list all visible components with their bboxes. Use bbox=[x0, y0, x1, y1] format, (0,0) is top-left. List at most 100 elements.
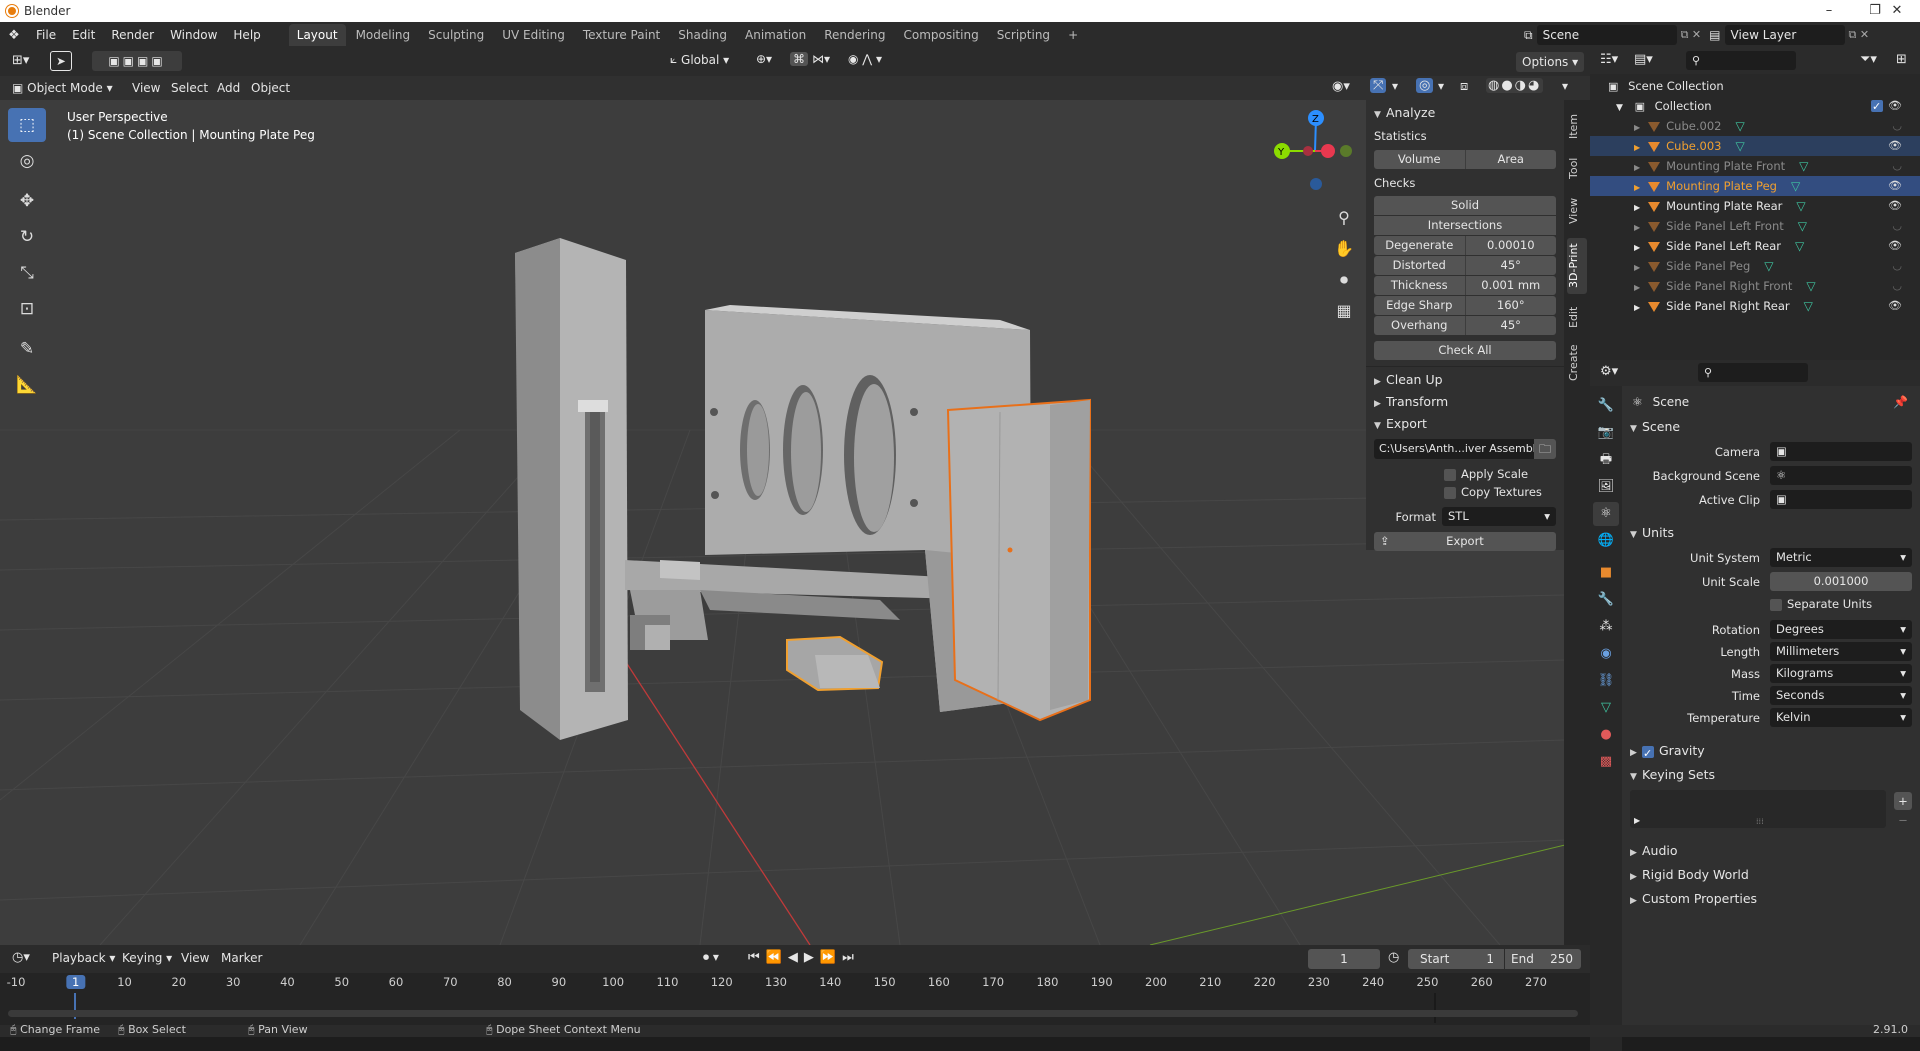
eye-icon[interactable]: ◡ bbox=[1892, 156, 1902, 176]
tab-texture-paint[interactable]: Texture Paint bbox=[575, 24, 668, 46]
pivot-icon[interactable]: ⊕▾ bbox=[756, 52, 772, 66]
rotate-tool-icon[interactable]: ↻ bbox=[8, 220, 46, 254]
tab-modeling[interactable]: Modeling bbox=[348, 24, 419, 46]
timeline-editor-icon[interactable]: ◷▾ bbox=[12, 950, 30, 965]
snap-target-icon[interactable]: ⋈▾ bbox=[812, 52, 830, 66]
expand-icon[interactable]: ▶ bbox=[1634, 223, 1640, 232]
mesh-data-icon[interactable]: ▽ bbox=[1791, 179, 1800, 193]
eye-icon[interactable]: ◡ bbox=[1892, 276, 1902, 296]
navigation-gizmo[interactable]: Z Y bbox=[1270, 106, 1360, 196]
tab-animation[interactable]: Animation bbox=[737, 24, 814, 46]
camera-field[interactable]: ▣ bbox=[1770, 442, 1912, 461]
mesh-data-icon[interactable]: ▽ bbox=[1798, 219, 1807, 233]
scene-copy-icon[interactable]: ⧉ ✕ bbox=[1681, 28, 1702, 42]
transform-panel-header[interactable]: ▶ Transform bbox=[1366, 391, 1564, 413]
tab-shading[interactable]: Shading bbox=[670, 24, 735, 46]
expand-icon[interactable]: ▶ bbox=[1634, 203, 1640, 212]
time-dropdown[interactable]: Seconds ▾ bbox=[1770, 686, 1912, 705]
intersections-check-button[interactable]: Intersections bbox=[1374, 216, 1556, 235]
pin-icon[interactable]: 📌 bbox=[1893, 392, 1908, 412]
audio-panel-header[interactable]: ▶ Audio bbox=[1622, 840, 1920, 862]
viewport-3d[interactable]: User Perspective (1) Scene Collection | … bbox=[0, 100, 1565, 945]
outliner-collection[interactable]: ▼ ▣ Collection 👁 bbox=[1590, 96, 1920, 117]
particles-tab-icon[interactable]: ⁂ bbox=[1593, 615, 1619, 639]
volume-button[interactable]: Volume bbox=[1374, 150, 1465, 169]
filter-icon[interactable]: ⏷▾ bbox=[1860, 52, 1877, 67]
expand-icon[interactable]: ▼ bbox=[1616, 103, 1623, 113]
mesh-data-icon[interactable]: ▽ bbox=[1735, 139, 1744, 153]
mesh-data-icon[interactable]: ▽ bbox=[1735, 119, 1744, 133]
outliner-item[interactable]: ▶ Cube.003 ▽ 👁 bbox=[1590, 136, 1920, 156]
tab-scripting[interactable]: Scripting bbox=[989, 24, 1058, 46]
mode-dropdown[interactable]: ▣ Object Mode ▾ bbox=[12, 78, 113, 98]
options-button[interactable]: Options ▾ bbox=[1516, 52, 1585, 72]
measure-tool-icon[interactable]: 📐 bbox=[8, 368, 46, 402]
outliner-item[interactable]: ▶ Side Panel Right Rear ▽ 👁 bbox=[1590, 296, 1920, 316]
keying-sets-panel-header[interactable]: ▼ Keying Sets bbox=[1622, 764, 1920, 786]
mounting-plate-peg[interactable] bbox=[786, 635, 884, 692]
view-layer-tab-icon[interactable]: 🖼 bbox=[1593, 475, 1619, 499]
outliner-item[interactable]: ▶ Side Panel Left Front ▽ ◡ bbox=[1590, 216, 1920, 236]
expand-icon[interactable]: ▶ bbox=[1634, 303, 1640, 312]
tab-view[interactable]: View bbox=[1567, 192, 1587, 230]
cleanup-panel-header[interactable]: ▶ Clean Up bbox=[1366, 369, 1564, 391]
outliner-item[interactable]: ▶ Mounting Plate Rear ▽ 👁 bbox=[1590, 196, 1920, 216]
thickness-row[interactable]: Thickness 0.001 mm bbox=[1374, 276, 1556, 295]
expand-icon[interactable]: ▶ bbox=[1634, 123, 1640, 132]
tab-rendering[interactable]: Rendering bbox=[816, 24, 893, 46]
custom-properties-panel-header[interactable]: ▶ Custom Properties bbox=[1622, 888, 1920, 910]
eye-icon[interactable]: 👁 bbox=[1888, 176, 1902, 196]
scene-canvas[interactable] bbox=[0, 100, 1565, 945]
transform-orientation-dropdown[interactable]: ⟀ Global ▾ bbox=[670, 52, 729, 67]
minimize-icon[interactable]: – bbox=[1806, 0, 1852, 22]
move-tool-icon[interactable]: ✥ bbox=[8, 184, 46, 218]
export-path-field[interactable]: C:\Users\Anth...iver Assembly\ bbox=[1374, 439, 1534, 459]
check-all-button[interactable]: Check All bbox=[1374, 341, 1556, 360]
folder-icon[interactable]: 🗀 bbox=[1534, 439, 1556, 459]
menu-playback[interactable]: Playback ▾ bbox=[52, 951, 115, 965]
cube-003-selected[interactable] bbox=[946, 398, 1091, 722]
end-frame-field[interactable]: End 250 bbox=[1505, 949, 1581, 969]
outliner-item[interactable]: ▶ Side Panel Peg ▽ ◡ bbox=[1590, 256, 1920, 276]
select-tool-icon[interactable]: ➤ bbox=[50, 51, 72, 71]
left-side-panel[interactable] bbox=[515, 238, 628, 740]
gizmo-toggle-icon[interactable]: ⤧ bbox=[1370, 78, 1387, 93]
area-button[interactable]: Area bbox=[1464, 150, 1556, 169]
pan-hand-icon[interactable]: ✋ bbox=[1332, 233, 1356, 264]
scene-panel-header[interactable]: ▼ Scene bbox=[1622, 416, 1920, 438]
view-layer-field[interactable]: View Layer bbox=[1724, 25, 1845, 45]
perspective-grid-icon[interactable]: ▦ bbox=[1332, 295, 1356, 326]
annotate-tool-icon[interactable]: ✎ bbox=[8, 332, 46, 366]
tab-tool[interactable]: Tool bbox=[1567, 150, 1587, 186]
proportional-edit-icon[interactable]: ◉ ⋀ ▾ bbox=[848, 52, 882, 66]
tab-3d-print[interactable]: 3D-Print bbox=[1567, 238, 1587, 294]
export-panel-header[interactable]: ▼ Export bbox=[1366, 413, 1564, 435]
new-collection-icon[interactable]: ⊞ bbox=[1896, 52, 1907, 67]
degenerate-row[interactable]: Degenerate 0.00010 bbox=[1374, 236, 1556, 255]
collection-enable-checkbox[interactable] bbox=[1871, 97, 1883, 117]
current-frame-field[interactable]: 1 bbox=[1308, 949, 1380, 969]
tab-item[interactable]: Item bbox=[1567, 106, 1587, 146]
menu-window[interactable]: Window bbox=[162, 28, 225, 42]
snap-icon[interactable]: ⌘ bbox=[790, 52, 808, 66]
object-tab-icon[interactable]: ■ bbox=[1593, 561, 1619, 585]
outliner-search-input[interactable]: ⚲ bbox=[1686, 51, 1796, 70]
gizmo-dropdown-icon[interactable]: ▾ bbox=[1392, 79, 1398, 93]
rigid-body-world-panel-header[interactable]: ▶ Rigid Body World bbox=[1622, 864, 1920, 886]
eye-icon[interactable]: 👁 bbox=[1888, 236, 1902, 256]
blender-menu-icon[interactable]: ❖ bbox=[0, 28, 28, 43]
tab-edit[interactable]: Edit bbox=[1567, 300, 1587, 334]
properties-editor-icon[interactable]: ⚙▾ bbox=[1600, 364, 1618, 379]
xray-icon[interactable]: ⧈ bbox=[1460, 79, 1468, 94]
timeline-ruler[interactable]: -10 1 10 20 30 40 50 60 70 80 90 100 110 120 130 140 150… bbox=[0, 973, 1590, 993]
eye-icon[interactable]: 👁 bbox=[1888, 196, 1902, 216]
gizmo-x-axis[interactable] bbox=[1321, 144, 1335, 158]
outliner-item[interactable]: ▶ Cube.002 ▽ ◡ bbox=[1590, 116, 1920, 136]
scale-tool-icon[interactable]: ⤡ bbox=[8, 256, 46, 290]
mesh-data-icon[interactable]: ▽ bbox=[1804, 299, 1813, 313]
overlays-icon[interactable]: ◎ bbox=[1416, 78, 1434, 93]
collection-eye-icon[interactable]: 👁 bbox=[1888, 96, 1902, 116]
mesh-data-icon[interactable]: ▽ bbox=[1795, 239, 1804, 253]
solid-check-button[interactable]: Solid bbox=[1374, 196, 1556, 215]
expand-icon[interactable]: ▶ bbox=[1634, 143, 1640, 152]
